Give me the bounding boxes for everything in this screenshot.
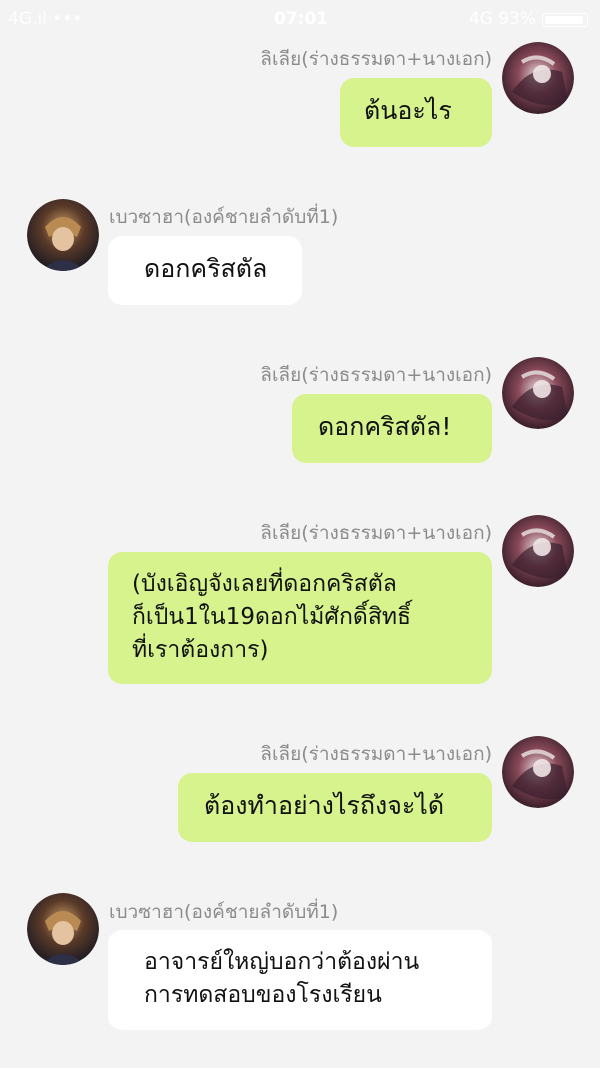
sender-name: ลิเลีย(ร่างธรรมดา+นางเอก) (260, 522, 492, 544)
heroine-avatar-icon (502, 515, 574, 587)
status-bar: 4G.ıl ••• 07:01 4G 93% (0, 0, 600, 40)
avatar[interactable] (502, 515, 574, 587)
sender-name: ลิเลีย(ร่างธรรมดา+นางเอก) (260, 48, 492, 70)
message-bubble[interactable]: ดอกคริสตัล! (292, 394, 492, 463)
sender-name: ลิเลีย(ร่างธรรมดา+นางเอก) (260, 364, 492, 386)
sender-name: ลิเลีย(ร่างธรรมดา+นางเอก) (260, 743, 492, 765)
message-bubble[interactable]: อาจารย์ใหญ่บอกว่าต้องผ่าน การทดสอบของโรง… (108, 930, 492, 1030)
heroine-avatar-icon (502, 736, 574, 808)
message-bubble[interactable]: ดอกคริสตัล (108, 236, 302, 305)
sender-name: เบวซาฮา(องค์ชายลำดับที่1) (109, 901, 339, 923)
message-bubble[interactable]: ต้นอะไร (340, 78, 492, 147)
avatar[interactable] (502, 42, 574, 114)
heroine-avatar-icon (502, 357, 574, 429)
signal-indicator: 4G.ıl ••• (8, 9, 83, 29)
message-bubble[interactable]: ต้องทำอย่างไรถึงจะได้ (178, 773, 492, 842)
message-bubble[interactable]: (บังเอิญจังเลยที่ดอกคริสตัล ก็เป็น1ใน19ด… (108, 552, 492, 684)
avatar[interactable] (502, 357, 574, 429)
network-battery-text: 4G 93% (468, 9, 536, 29)
prince-avatar-icon (27, 893, 99, 965)
prince-avatar-icon (27, 199, 99, 271)
clock: 07:01 (274, 9, 329, 29)
avatar[interactable] (27, 199, 99, 271)
avatar[interactable] (27, 893, 99, 965)
sender-name: เบวซาฮา(องค์ชายลำดับที่1) (109, 206, 339, 228)
heroine-avatar-icon (502, 42, 574, 114)
avatar[interactable] (502, 736, 574, 808)
battery-icon (542, 13, 588, 27)
